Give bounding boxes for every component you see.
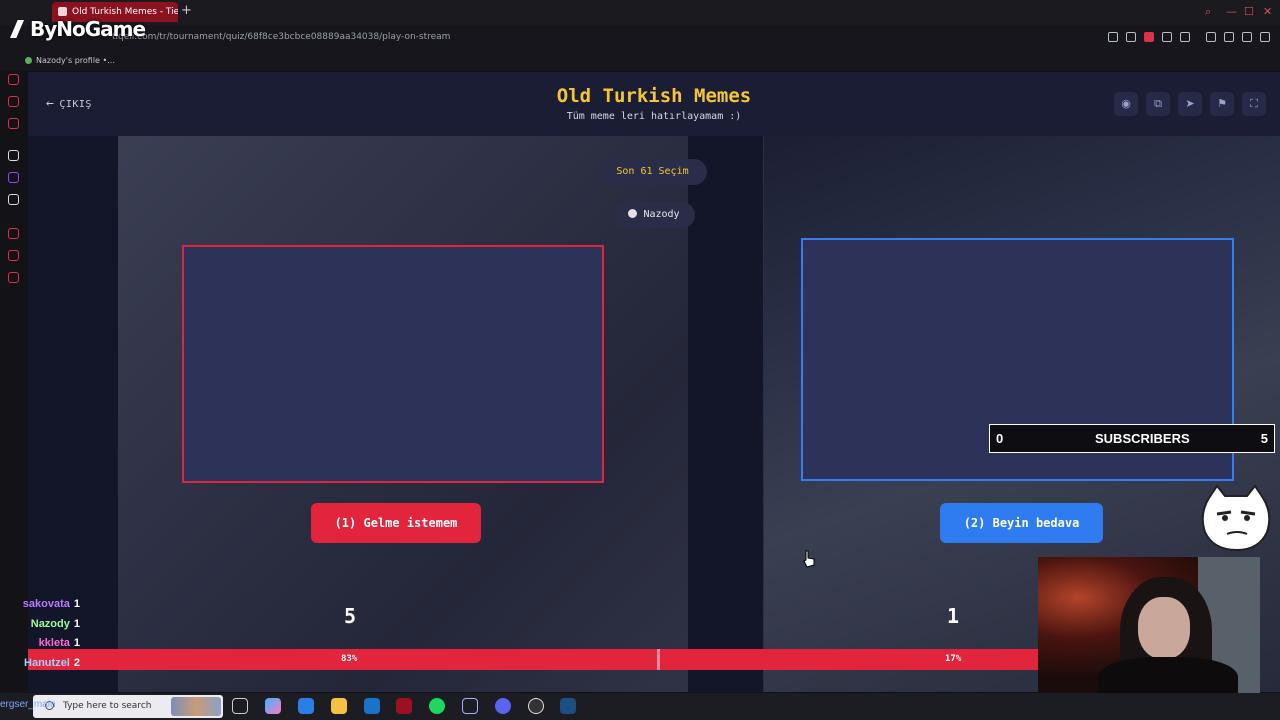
sidebar-icon[interactable]	[8, 74, 19, 85]
outlook-icon[interactable]	[364, 698, 380, 714]
search-icon[interactable]: ⌕	[1205, 5, 1211, 19]
chat-row: sakovata 1	[0, 598, 90, 618]
choice-1-votes: 5	[344, 604, 357, 628]
history-icon[interactable]	[8, 228, 19, 239]
close-icon[interactable]: ✕	[1263, 5, 1272, 18]
webcam-face	[1138, 597, 1190, 659]
download-icon[interactable]	[1242, 32, 1252, 42]
choice-1-media[interactable]	[182, 245, 604, 483]
address-bar[interactable]: tiqeli.com/tr/tournament/quiz/68f8ce3bcb…	[0, 25, 1280, 51]
avatar	[628, 209, 638, 218]
puzzle-icon[interactable]	[1206, 32, 1216, 42]
snapshot-icon[interactable]	[1126, 32, 1136, 42]
app-icon[interactable]	[462, 698, 478, 714]
tab-favicon-icon	[58, 7, 67, 16]
choice-2-percent: 17%	[945, 654, 962, 664]
choice-2-button[interactable]: (2) Beyin bedava	[940, 503, 1103, 543]
sidebar-icon[interactable]	[8, 118, 19, 129]
send-icon[interactable]: ➤	[1178, 92, 1202, 116]
url-text[interactable]: tiqeli.com/tr/tournament/quiz/68f8ce3bcb…	[112, 32, 450, 42]
store-icon[interactable]	[298, 698, 314, 714]
page-subtitle: Tüm meme leri hatırlayamam :)	[566, 111, 742, 122]
bookmark-item[interactable]: Nazody's profile •...	[25, 56, 115, 65]
obs-icon[interactable]	[528, 698, 544, 714]
chat-row: Hanutzel 2	[0, 657, 90, 677]
extension-icon[interactable]	[1144, 32, 1154, 42]
settings-icon[interactable]	[8, 272, 19, 283]
picker-badge: Nazody	[613, 202, 695, 228]
taskbar-search-input[interactable]: Type here to search	[33, 695, 223, 718]
spotify-icon[interactable]	[429, 698, 445, 714]
tab-bar: Old Turkish Memes - Tier + ⌕ — ☐ ✕	[0, 0, 1280, 25]
mascot-face-icon	[1201, 484, 1271, 552]
windows-taskbar: Type here to search	[0, 693, 1280, 720]
chat-count: 1	[73, 598, 80, 610]
bookmark-icon[interactable]	[1108, 32, 1118, 42]
file-explorer-icon[interactable]	[331, 698, 347, 714]
chat-count: 1	[73, 637, 80, 649]
tab-title: Old Turkish Memes - Tier	[72, 7, 178, 17]
quiz-header: ← ÇIKIŞ Old Turkish Memes Tüm meme leri h…	[28, 72, 1280, 136]
heart-icon[interactable]	[1180, 32, 1190, 42]
bynogame-logo: ByNoGame	[8, 17, 146, 41]
flag-icon[interactable]: ⚑	[1210, 92, 1234, 116]
chat-user: Hanutzel	[24, 656, 70, 669]
chat-row: Nazody 1	[0, 618, 90, 638]
maximize-icon[interactable]: ☐	[1244, 5, 1254, 18]
vote-progress-bar: 83% 17%	[28, 649, 1038, 670]
webcam-body	[1098, 657, 1238, 693]
chat-row: kkleta 1	[0, 637, 90, 657]
new-tab-button[interactable]: +	[181, 3, 192, 18]
chat-vote-list: sakovata 1 Nazody 1 kkleta 1 Hanutzel 2	[0, 598, 90, 676]
eye-icon[interactable]: ◉	[1114, 92, 1138, 116]
task-view-icon[interactable]	[232, 698, 248, 714]
x-icon[interactable]	[8, 194, 19, 205]
chat-user: kkleta	[38, 637, 70, 649]
bookmarks-bar: Nazody's profile •...	[0, 51, 1280, 71]
logo-text: ByNoGame	[30, 17, 146, 41]
steam-icon[interactable]	[560, 698, 576, 714]
subscribers-counter: 0 SUBSCRIBERS 5	[989, 424, 1275, 453]
round-label: Son 61 Seçim	[598, 159, 707, 185]
discord-icon[interactable]	[495, 698, 511, 714]
vote-split-marker	[657, 649, 660, 670]
sidebar-icon[interactable]	[8, 96, 19, 107]
external-link-icon[interactable]: ⧉	[1146, 92, 1170, 116]
page-title: Old Turkish Memes	[556, 85, 752, 107]
search-highlight-image	[171, 697, 221, 716]
choice-divider	[763, 136, 764, 692]
profile-icon[interactable]	[1224, 32, 1234, 42]
chat-user: Nazody	[30, 617, 70, 630]
opera-gx-icon[interactable]	[396, 698, 412, 714]
subscribers-label: SUBSCRIBERS	[1095, 431, 1190, 446]
chat-user: sakovata	[22, 598, 70, 610]
choice-1-percent: 83%	[341, 654, 358, 664]
extensions-icon[interactable]	[8, 250, 19, 261]
mouse-cursor-icon	[803, 550, 815, 568]
chat-count: 1	[73, 617, 80, 630]
choice-1-button[interactable]: (1) Gelme istemem	[311, 503, 481, 543]
minimize-icon[interactable]: —	[1226, 5, 1237, 18]
fullscreen-icon[interactable]: ⛶	[1242, 92, 1266, 116]
taskbar-search-placeholder: Type here to search	[63, 701, 152, 711]
subscribers-current: 0	[996, 431, 1004, 446]
subscribers-goal: 5	[1260, 431, 1268, 446]
sidebar-icon[interactable]	[8, 150, 19, 161]
translate-icon[interactable]	[1162, 32, 1172, 42]
choice-2-votes: 1	[947, 604, 960, 628]
webcam-feed	[1038, 557, 1260, 693]
overlay-username: ergser_main	[0, 699, 56, 710]
copilot-icon[interactable]	[265, 698, 281, 714]
chat-count: 2	[73, 656, 80, 669]
twitch-icon[interactable]	[8, 172, 19, 183]
picker-name: Nazody	[643, 209, 680, 220]
menu-icon[interactable]	[1260, 32, 1270, 42]
